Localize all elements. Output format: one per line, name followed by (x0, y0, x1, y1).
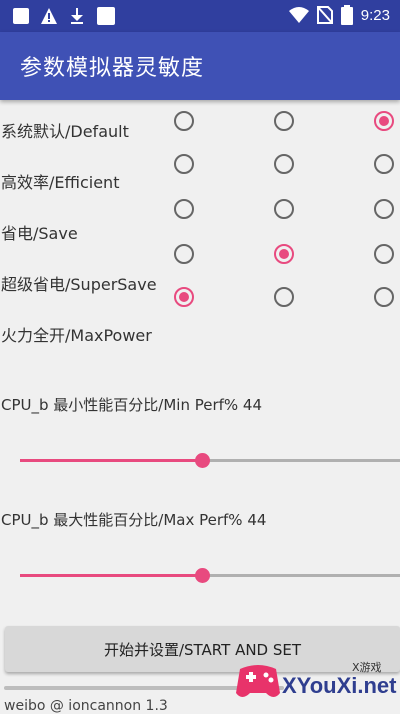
status-time: 9:23 (360, 6, 390, 24)
mode-label-supersave: 超级省电/SuperSave (1, 275, 157, 294)
min-perf-fill (20, 459, 203, 462)
radio-button[interactable] (174, 244, 194, 264)
radio-button[interactable] (274, 199, 294, 219)
radio-button[interactable] (374, 244, 394, 264)
page-title: 参数模拟器灵敏度 (20, 56, 205, 81)
radio-button[interactable] (274, 111, 294, 131)
mode-label-default: 系统默认/Default (1, 122, 129, 141)
app-bar: 参数模拟器灵敏度 (0, 32, 400, 100)
radio-button[interactable] (274, 154, 294, 174)
footer-credit: weibo @ ioncannon 1.3 (4, 698, 168, 714)
watermark: X游戏 XYouXi.net (232, 655, 400, 711)
max-perf-slider[interactable] (20, 568, 400, 583)
radio-button[interactable] (274, 244, 294, 264)
square-notification-icon (97, 7, 115, 25)
mode-label-efficient: 高效率/Efficient (1, 173, 120, 192)
radio-button[interactable] (374, 199, 394, 219)
radio-button[interactable] (174, 111, 194, 131)
radio-button[interactable] (374, 111, 394, 131)
radio-button[interactable] (174, 199, 194, 219)
radio-button[interactable] (374, 154, 394, 174)
warning-icon (41, 8, 57, 24)
mode-label-maxpower: 火力全开/MaxPower (1, 326, 152, 345)
min-perf-thumb[interactable] (195, 453, 211, 468)
radio-button[interactable] (374, 287, 394, 307)
max-perf-label: CPU_b 最大性能百分比/Max Perf% 44 (1, 511, 267, 529)
status-bar: 9:23 (0, 0, 400, 32)
mode-label-save: 省电/Save (1, 224, 78, 243)
watermark-text: XYouXi.net (282, 673, 397, 698)
radio-button[interactable] (274, 287, 294, 307)
gamepad-logo-icon (236, 665, 280, 697)
download-icon (71, 8, 83, 24)
battery-icon (340, 5, 353, 25)
min-perf-label: CPU_b 最小性能百分比/Min Perf% 44 (1, 396, 263, 414)
max-perf-thumb[interactable] (195, 568, 211, 583)
max-perf-fill (20, 574, 203, 577)
radio-button[interactable] (174, 287, 194, 307)
min-perf-slider[interactable] (20, 453, 400, 468)
wifi-icon (288, 7, 309, 23)
no-sim-icon (316, 6, 333, 24)
square-notification-icon (13, 8, 29, 24)
radio-button[interactable] (174, 154, 194, 174)
